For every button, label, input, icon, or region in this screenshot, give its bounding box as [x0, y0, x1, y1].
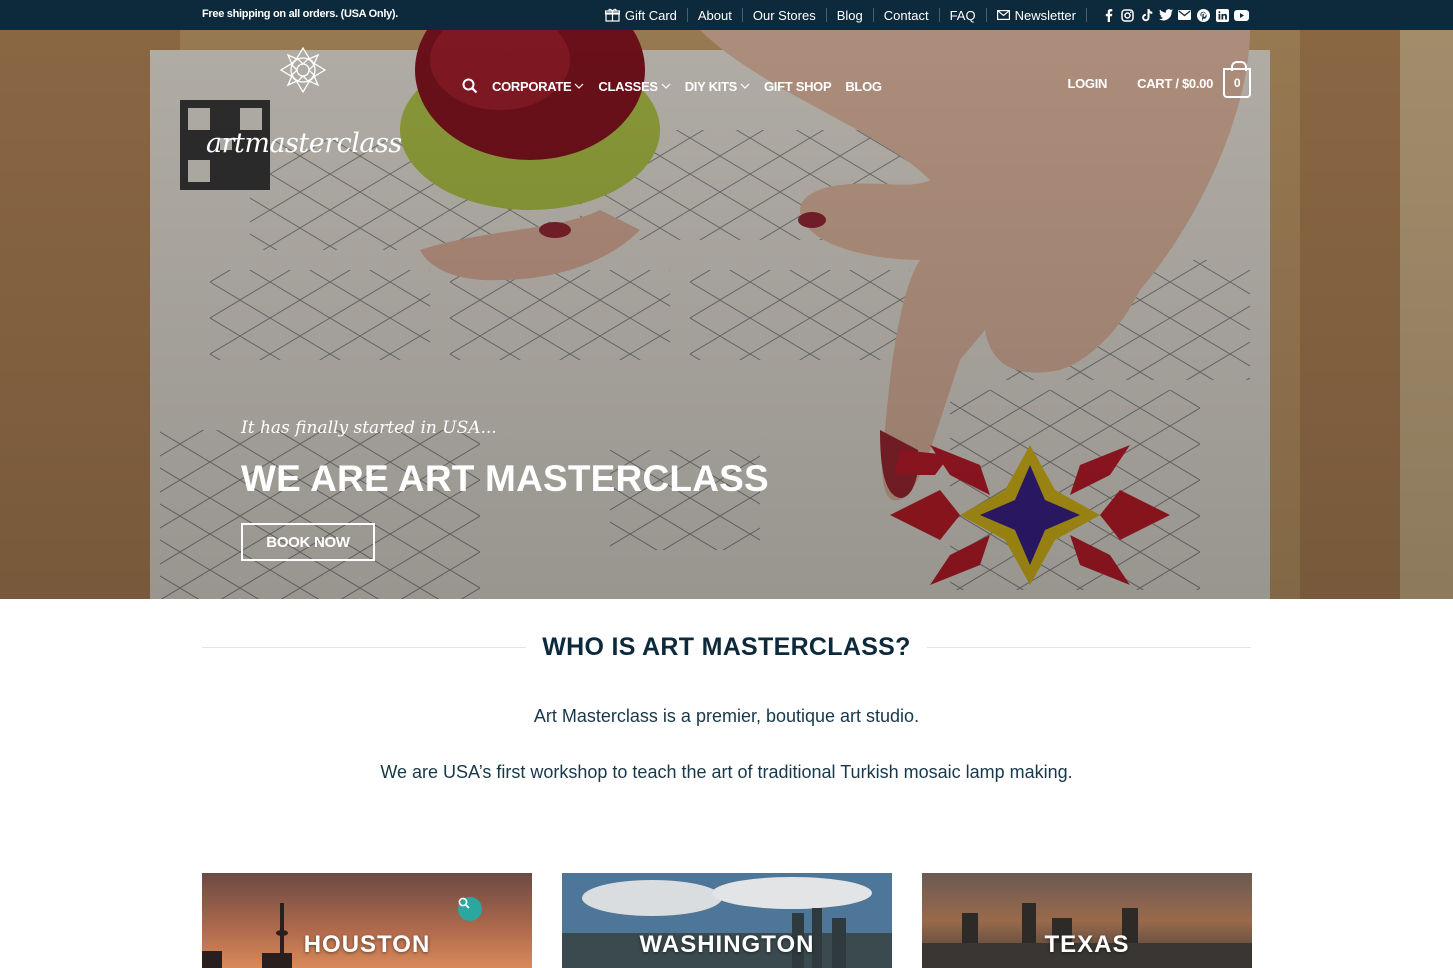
login-link[interactable]: LOGIN	[1067, 76, 1107, 91]
city-card-houston[interactable]: HOUSTON	[202, 873, 532, 968]
hero-banner: artmasterclass CORPORATE CLASSES DIY KIT…	[0, 30, 1453, 599]
top-link-blog[interactable]: Blog	[825, 8, 873, 23]
top-link-gift-card[interactable]: Gift Card	[595, 7, 687, 23]
city-card-washington[interactable]: WASHINGTON	[562, 873, 892, 968]
city-card-texas[interactable]: TEXAS	[922, 873, 1252, 968]
gift-icon	[604, 8, 620, 22]
logo-wordmark: artmasterclass	[206, 128, 402, 159]
facebook-icon[interactable]	[1101, 8, 1116, 23]
logo-mandala-icon	[279, 46, 327, 94]
top-link-about[interactable]: About	[686, 8, 742, 23]
city-name-houston: HOUSTON	[303, 931, 431, 958]
divider-line	[202, 646, 527, 648]
social-links	[1086, 8, 1249, 22]
chevron-down-icon	[661, 83, 671, 89]
book-now-button[interactable]: BOOK NOW	[241, 523, 375, 561]
twitter-icon[interactable]	[1158, 8, 1173, 23]
linkedin-icon[interactable]	[1215, 8, 1230, 23]
top-link-our-stores[interactable]: Our Stores	[741, 8, 826, 23]
divider-line	[926, 646, 1251, 648]
pinterest-icon[interactable]	[1196, 8, 1211, 23]
hero-headline: WE ARE ART MASTERCLASS	[241, 458, 769, 499]
hero-tagline: It has finally started in USA...	[241, 418, 497, 438]
newsletter-label: Newsletter	[1014, 7, 1076, 23]
city-name-washington: WASHINGTON	[639, 931, 815, 958]
nav-classes-label: CLASSES	[598, 78, 658, 94]
about-section-title: WHO IS ART MASTERCLASS?	[202, 632, 1251, 662]
nav-blog[interactable]: BLOG	[845, 79, 882, 94]
zoom-button[interactable]	[458, 897, 482, 921]
top-link-contact[interactable]: Contact	[872, 8, 939, 23]
envelope-icon	[996, 10, 1010, 20]
top-bar: Free shipping on all orders. (USA Only).…	[0, 0, 1453, 30]
nav-corporate-label: CORPORATE	[492, 78, 572, 94]
gift-card-label: Gift Card	[624, 7, 677, 23]
nav-corporate[interactable]: CORPORATE	[492, 79, 584, 94]
about-heading: WHO IS ART MASTERCLASS?	[542, 632, 911, 661]
instagram-icon[interactable]	[1120, 8, 1135, 23]
site-logo[interactable]: artmasterclass	[206, 46, 402, 170]
top-link-faq[interactable]: FAQ	[938, 8, 986, 23]
search-button[interactable]	[462, 78, 478, 94]
about-paragraph-1: Art Masterclass is a premier, boutique a…	[533, 706, 920, 726]
chevron-down-icon	[574, 83, 584, 89]
youtube-icon[interactable]	[1234, 8, 1249, 23]
nav-diy-kits-label: DIY KITS	[684, 78, 738, 94]
search-icon	[458, 897, 470, 909]
top-link-newsletter[interactable]: Newsletter	[985, 7, 1086, 23]
about-paragraph-2: We are USA’s first workshop to teach the…	[380, 762, 1073, 782]
nav-diy-kits[interactable]: DIY KITS	[685, 79, 750, 94]
search-icon	[462, 78, 478, 94]
shipping-notice: Free shipping on all orders. (USA Only).	[202, 8, 399, 20]
cart-link[interactable]: CART / $0.00	[1137, 76, 1213, 91]
cart-count-badge[interactable]: 0	[1223, 61, 1251, 98]
city-name-texas: TEXAS	[1044, 931, 1130, 958]
nav-gift-shop[interactable]: GIFT SHOP	[764, 79, 832, 94]
main-nav: CORPORATE CLASSES DIY KITS GIFT SHOP BLO…	[462, 76, 896, 96]
nav-classes[interactable]: CLASSES	[598, 78, 671, 94]
tiktok-icon[interactable]	[1139, 8, 1154, 23]
chevron-down-icon	[740, 83, 750, 89]
top-links: Gift Card About Our Stores Blog Contact …	[595, 0, 1249, 30]
account-nav: LOGIN CART / $0.00 0	[1067, 61, 1251, 100]
envelope-icon[interactable]	[1177, 8, 1192, 23]
